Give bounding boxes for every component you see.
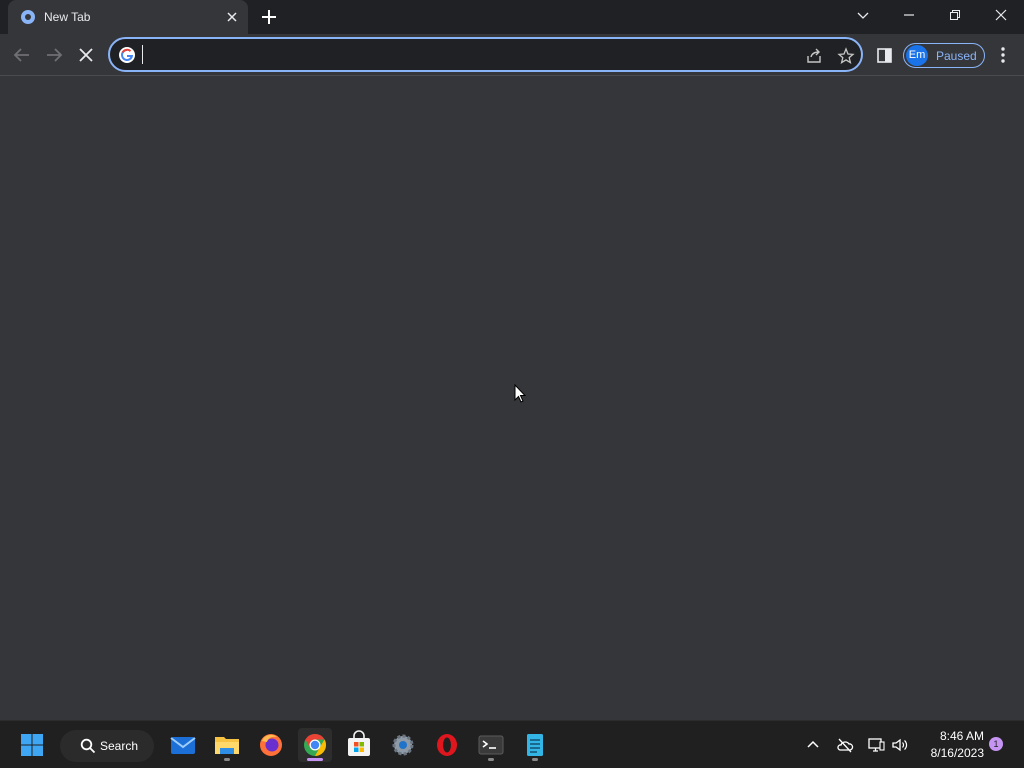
mouse-cursor-icon bbox=[514, 384, 526, 403]
onedrive-button[interactable] bbox=[836, 736, 854, 754]
close-icon bbox=[995, 9, 1007, 21]
folder-icon bbox=[215, 737, 239, 754]
taskbar-app-mail[interactable] bbox=[166, 728, 200, 762]
share-icon bbox=[807, 48, 821, 63]
taskbar-app-firefox[interactable] bbox=[254, 728, 288, 762]
close-icon bbox=[79, 48, 93, 62]
forward-button[interactable] bbox=[42, 43, 66, 67]
chrome-icon bbox=[304, 734, 326, 756]
back-button[interactable] bbox=[10, 43, 34, 67]
page-content bbox=[0, 76, 1024, 720]
terminal-icon bbox=[478, 735, 504, 755]
tab-strip: New Tab bbox=[0, 0, 1024, 34]
chrome-menu-button[interactable] bbox=[994, 45, 1012, 65]
browser-toolbar: Em Paused bbox=[0, 34, 1024, 76]
tab-title: New Tab bbox=[44, 10, 91, 24]
star-icon bbox=[837, 47, 855, 64]
profile-button[interactable]: Em Paused bbox=[903, 43, 985, 68]
gear-icon bbox=[392, 734, 414, 756]
profile-status: Paused bbox=[936, 49, 977, 63]
running-indicator bbox=[224, 758, 230, 761]
opera-icon bbox=[437, 734, 457, 756]
minimize-button[interactable] bbox=[886, 0, 932, 30]
restore-button[interactable] bbox=[932, 0, 978, 30]
search-label: Search bbox=[100, 739, 139, 753]
tab-new-tab[interactable]: New Tab bbox=[8, 0, 248, 34]
taskbar-app-file-explorer[interactable] bbox=[210, 728, 244, 762]
running-indicator bbox=[532, 758, 538, 761]
running-indicator bbox=[488, 758, 494, 761]
taskbar-search-button[interactable]: Search bbox=[60, 730, 154, 762]
stop-loading-button[interactable] bbox=[74, 43, 98, 67]
taskbar: Search 8:46 AM 8/16/2023 1 bbox=[0, 720, 1024, 768]
close-window-button[interactable] bbox=[978, 0, 1024, 30]
volume-button[interactable] bbox=[891, 736, 909, 754]
active-indicator bbox=[307, 758, 323, 761]
share-button[interactable] bbox=[805, 47, 823, 65]
show-hidden-icons-button[interactable] bbox=[804, 736, 822, 754]
search-icon bbox=[80, 738, 96, 754]
chevron-up-icon bbox=[807, 740, 819, 748]
speaker-icon bbox=[892, 738, 908, 752]
minimize-icon bbox=[904, 14, 914, 16]
windows-icon bbox=[21, 734, 43, 756]
avatar: Em bbox=[906, 45, 928, 66]
side-panel-icon bbox=[877, 48, 892, 63]
arrow-right-icon bbox=[47, 48, 63, 62]
restore-icon bbox=[950, 10, 960, 20]
clock-button[interactable]: 8:46 AM 8/16/2023 bbox=[918, 728, 984, 762]
start-button[interactable] bbox=[15, 728, 49, 762]
network-button[interactable] bbox=[867, 736, 885, 754]
google-icon bbox=[119, 47, 135, 63]
address-bar[interactable] bbox=[108, 37, 863, 72]
cloud-offline-icon bbox=[837, 738, 854, 753]
taskbar-app-settings[interactable] bbox=[386, 728, 420, 762]
chrome-icon bbox=[21, 10, 35, 24]
new-tab-button[interactable] bbox=[258, 6, 280, 28]
taskbar-app-terminal[interactable] bbox=[474, 728, 508, 762]
clock-time: 8:46 AM bbox=[939, 729, 984, 743]
clock-date: 8/16/2023 bbox=[930, 746, 984, 760]
taskbar-app-chrome[interactable] bbox=[298, 728, 332, 762]
plus-icon bbox=[262, 10, 276, 24]
store-icon bbox=[348, 730, 370, 756]
arrow-left-icon bbox=[13, 48, 29, 62]
more-vertical-icon bbox=[1001, 47, 1005, 63]
taskbar-app-microsoft-store[interactable] bbox=[342, 728, 376, 762]
address-input[interactable] bbox=[142, 45, 782, 64]
chevron-down-icon bbox=[857, 12, 869, 19]
taskbar-app-notepad[interactable] bbox=[518, 728, 552, 762]
close-icon bbox=[227, 12, 237, 22]
firefox-icon bbox=[260, 734, 282, 756]
side-panel-button[interactable] bbox=[876, 47, 894, 65]
taskbar-app-opera[interactable] bbox=[430, 728, 464, 762]
notepad-icon bbox=[527, 734, 543, 756]
bookmark-button[interactable] bbox=[837, 47, 855, 65]
tab-close-button[interactable] bbox=[223, 8, 241, 26]
tab-search-button[interactable] bbox=[840, 0, 886, 30]
notification-badge[interactable]: 1 bbox=[989, 737, 1003, 751]
network-icon bbox=[868, 738, 885, 752]
mail-icon bbox=[170, 737, 196, 754]
